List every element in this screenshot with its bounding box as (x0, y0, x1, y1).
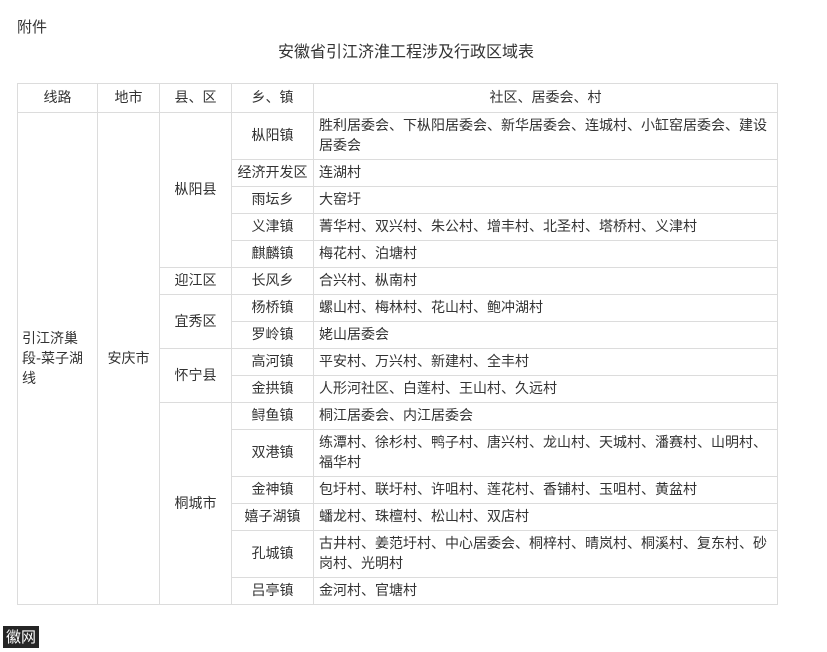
villages-cell: 金河村、官塘村 (313, 577, 778, 605)
villages-cell: 梅花村、泊塘村 (313, 240, 778, 268)
town-cell: 枞阳镇 (231, 112, 314, 160)
villages-cell: 人形河社区、白莲村、王山村、久远村 (313, 375, 778, 403)
header-villages: 社区、居委会、村 (313, 83, 778, 113)
villages-cell: 螺山村、梅林村、花山村、鲍冲湖村 (313, 294, 778, 322)
town-cell: 杨桥镇 (231, 294, 314, 322)
town-cell: 鲟鱼镇 (231, 402, 314, 430)
county-cell: 枞阳县 (159, 112, 232, 268)
villages-cell: 蟠龙村、珠檀村、松山村、双店村 (313, 503, 778, 531)
county-cell: 桐城市 (159, 402, 232, 605)
header-county: 县、区 (159, 83, 232, 113)
watermark-logo: 徽网 (3, 626, 40, 648)
attachment-label: 附件 (17, 18, 48, 36)
town-cell: 麒麟镇 (231, 240, 314, 268)
county-cell: 迎江区 (159, 267, 232, 295)
villages-cell: 连湖村 (313, 159, 778, 187)
villages-cell: 合兴村、枞南村 (313, 267, 778, 295)
town-cell: 吕亭镇 (231, 577, 314, 605)
table-row: 引江济巢段-菜子湖线 安庆市 枞阳县 枞阳镇 胜利居委会、下枞阳居委会、新华居委… (17, 112, 778, 605)
page-title: 安徽省引江济淮工程涉及行政区域表 (277, 42, 534, 61)
town-cell: 义津镇 (231, 213, 314, 241)
town-cell: 金拱镇 (231, 375, 314, 403)
villages-cell: 菁华村、双兴村、朱公村、增丰村、北圣村、塔桥村、义津村 (313, 213, 778, 241)
villages-cell: 古井村、姜范圩村、中心居委会、桐梓村、晴岚村、桐溪村、复东村、砂岗村、光明村 (313, 530, 778, 578)
villages-cell: 姥山居委会 (313, 321, 778, 349)
town-cell: 金神镇 (231, 476, 314, 504)
route-cell: 引江济巢段-菜子湖线 (17, 112, 98, 605)
county-cell: 怀宁县 (159, 348, 232, 403)
villages-cell: 大窑圩 (313, 186, 778, 214)
town-cell: 雨坛乡 (231, 186, 314, 214)
city-cell: 安庆市 (97, 112, 160, 605)
table-header-row: 线路 地市 县、区 乡、镇 社区、居委会、村 (17, 83, 778, 113)
town-cell: 双港镇 (231, 429, 314, 477)
header-city: 地市 (97, 83, 160, 113)
town-cell: 嬉子湖镇 (231, 503, 314, 531)
villages-cell: 包圩村、联圩村、许咀村、莲花村、香铺村、玉咀村、黄盆村 (313, 476, 778, 504)
county-cell: 宜秀区 (159, 294, 232, 349)
region-table: 线路 地市 县、区 乡、镇 社区、居委会、村 引江济巢段-菜子湖线 安庆市 枞阳… (17, 83, 778, 605)
town-cell: 孔城镇 (231, 530, 314, 578)
town-cell: 高河镇 (231, 348, 314, 376)
header-town: 乡、镇 (231, 83, 314, 113)
villages-cell: 练潭村、徐杉村、鸭子村、唐兴村、龙山村、天城村、潘赛村、山明村、福华村 (313, 429, 778, 477)
town-cell: 经济开发区 (231, 159, 314, 187)
town-cell: 长风乡 (231, 267, 314, 295)
header-route: 线路 (17, 83, 98, 113)
villages-cell: 桐江居委会、内江居委会 (313, 402, 778, 430)
villages-cell: 平安村、万兴村、新建村、全丰村 (313, 348, 778, 376)
villages-cell: 胜利居委会、下枞阳居委会、新华居委会、连城村、小缸窑居委会、建设居委会 (313, 112, 778, 160)
town-cell: 罗岭镇 (231, 321, 314, 349)
